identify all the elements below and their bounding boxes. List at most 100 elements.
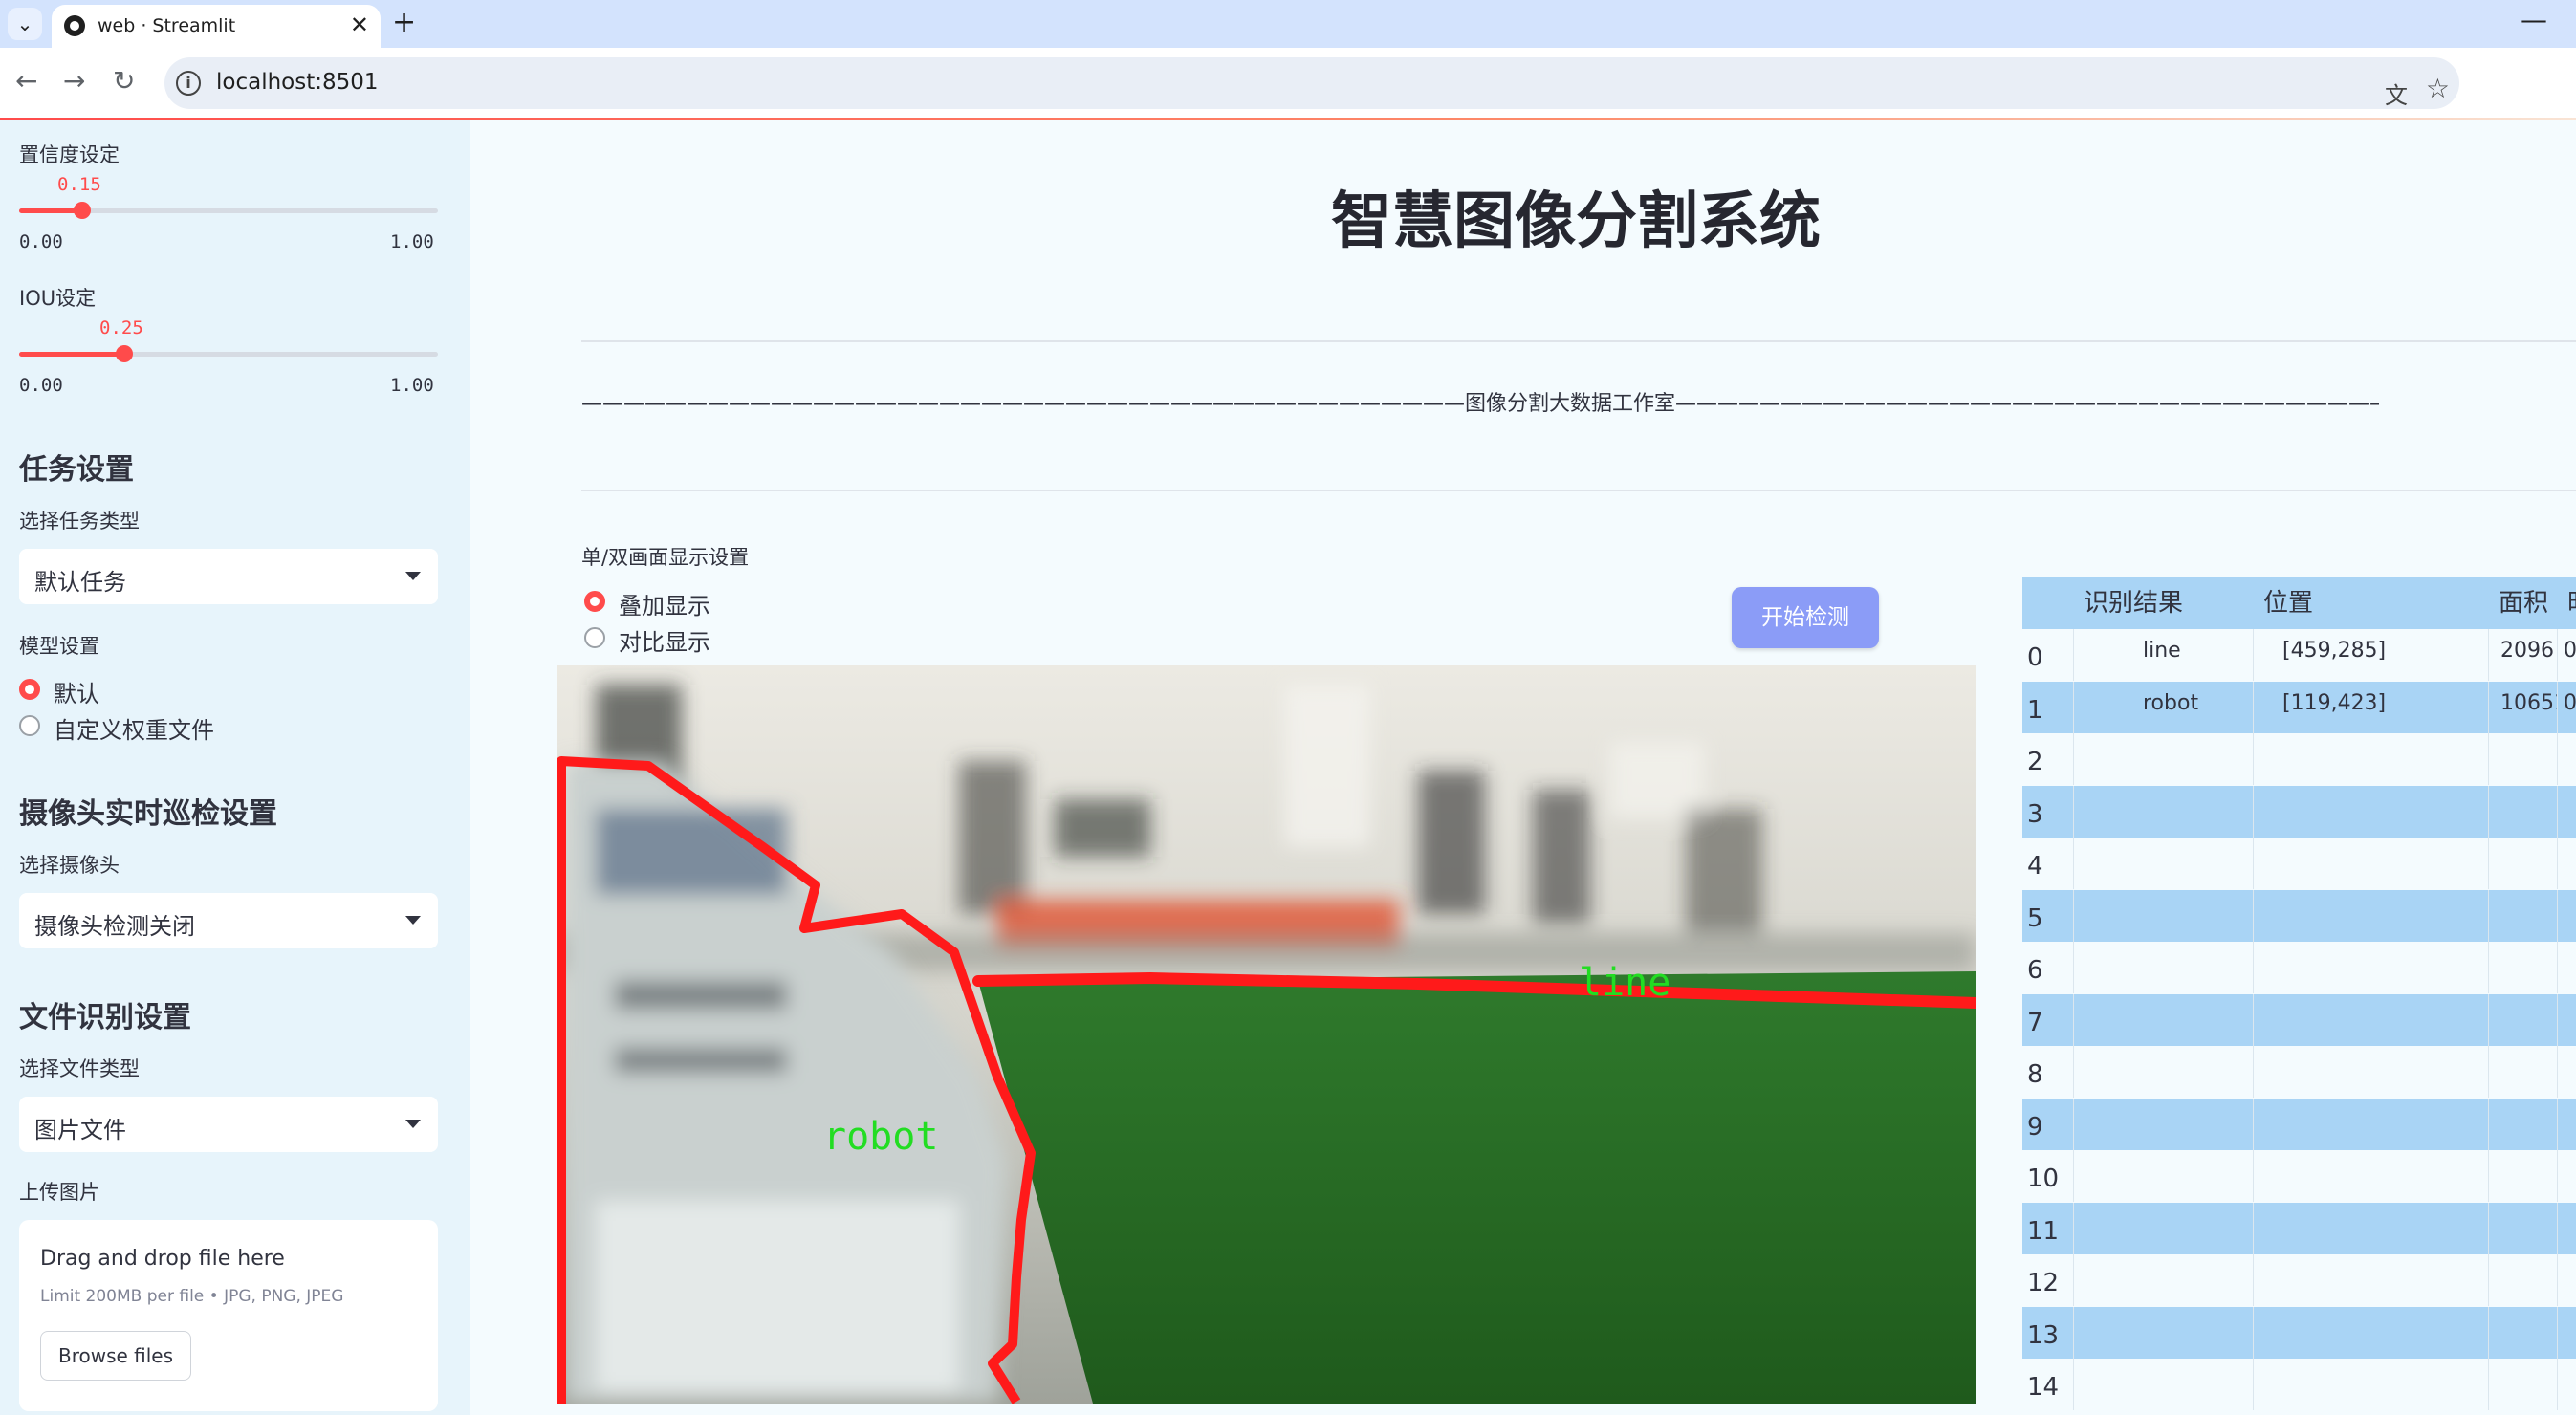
table-row[interactable]: 13 (2022, 1306, 2576, 1359)
table-cell[interactable] (2489, 1359, 2558, 1410)
radio-unselected-icon[interactable] (584, 627, 605, 648)
table-cell[interactable]: robot (2074, 681, 2254, 733)
table-cell[interactable] (2558, 1203, 2576, 1254)
table-cell[interactable] (2489, 1306, 2558, 1359)
table-cell[interactable] (2074, 1150, 2254, 1202)
camera-select[interactable]: 摄像头检测关闭 (19, 893, 438, 948)
table-cell[interactable] (2558, 1046, 2576, 1098)
table-cell[interactable]: 2096 (2489, 629, 2558, 681)
task-type-select[interactable]: 默认任务 (19, 549, 438, 604)
table-cell[interactable] (2558, 994, 2576, 1046)
start-detection-button[interactable]: 开始检测 (1732, 587, 1879, 648)
table-cell[interactable] (2489, 838, 2558, 889)
table-cell[interactable] (2558, 838, 2576, 889)
confidence-slider[interactable] (19, 202, 438, 219)
row-index[interactable]: 9 (2022, 1098, 2074, 1150)
table-cell[interactable] (2074, 1359, 2254, 1410)
table-row[interactable]: 1robot[119,423]1065160.01 (2022, 681, 2576, 733)
table-row[interactable]: 8 (2022, 1046, 2576, 1098)
table-cell[interactable] (2558, 1359, 2576, 1410)
table-cell[interactable] (2074, 889, 2254, 942)
table-row[interactable]: 7 (2022, 993, 2576, 1046)
radio-unselected-icon[interactable] (19, 715, 40, 736)
table-cell[interactable] (2074, 1202, 2254, 1254)
table-cell[interactable] (2558, 1307, 2576, 1359)
table-cell[interactable] (2074, 942, 2254, 993)
table-cell[interactable] (2489, 1150, 2558, 1202)
table-row[interactable]: 3 (2022, 785, 2576, 838)
table-cell[interactable] (2489, 1202, 2558, 1254)
back-arrow-icon[interactable]: ← (15, 65, 37, 97)
table-cell[interactable] (2254, 1150, 2489, 1202)
table-cell[interactable] (2558, 1099, 2576, 1150)
table-cell[interactable] (2074, 993, 2254, 1046)
table-cell[interactable] (2254, 785, 2489, 838)
forward-arrow-icon[interactable]: → (63, 65, 85, 97)
table-row[interactable]: 11 (2022, 1202, 2576, 1254)
url-text[interactable]: localhost:8501 (216, 70, 379, 95)
table-cell[interactable] (2254, 1359, 2489, 1410)
row-index[interactable]: 10 (2022, 1150, 2074, 1202)
table-row[interactable]: 10 (2022, 1150, 2576, 1202)
table-cell[interactable]: [459,285] (2254, 629, 2489, 681)
table-header-position[interactable]: 位置 (2254, 577, 2489, 629)
table-row[interactable]: 5 (2022, 889, 2576, 942)
row-index[interactable]: 6 (2022, 942, 2074, 993)
table-cell[interactable]: 0.05 (2558, 629, 2576, 681)
table-cell[interactable] (2489, 1046, 2558, 1098)
table-cell[interactable] (2489, 942, 2558, 993)
table-cell[interactable] (2074, 1098, 2254, 1150)
radio-selected-icon[interactable] (584, 591, 605, 612)
translate-icon[interactable]: 文 (2385, 76, 2408, 110)
table-row[interactable]: 4 (2022, 838, 2576, 889)
table-header-area[interactable]: 面积 (2489, 577, 2558, 629)
table-cell[interactable]: line (2074, 629, 2254, 681)
table-row[interactable]: 0line[459,285]20960.05 (2022, 629, 2576, 681)
table-cell[interactable] (2254, 733, 2489, 785)
iou-slider-thumb[interactable] (115, 345, 133, 362)
file-dropzone[interactable]: Drag and drop file here Limit 200MB per … (19, 1220, 438, 1411)
results-table[interactable]: 识别结果 位置 面积 时间 0line[459,285]20960.051rob… (2022, 577, 2576, 1415)
table-cell[interactable] (2254, 1254, 2489, 1306)
table-cell[interactable] (2254, 1046, 2489, 1098)
radio-selected-icon[interactable] (19, 679, 40, 700)
confidence-slider-thumb[interactable] (73, 202, 91, 219)
table-cell[interactable] (2074, 1254, 2254, 1306)
table-cell[interactable] (2254, 1202, 2489, 1254)
site-info-icon[interactable]: i (176, 71, 201, 96)
row-index[interactable]: 1 (2022, 681, 2074, 733)
tab-search-chevron-icon[interactable]: ⌄ (8, 8, 42, 40)
table-row[interactable]: 2 (2022, 733, 2576, 785)
browse-files-button[interactable]: Browse files (40, 1331, 191, 1381)
table-cell[interactable] (2489, 1254, 2558, 1306)
table-cell[interactable] (2074, 733, 2254, 785)
table-cell[interactable] (2558, 786, 2576, 838)
table-row[interactable]: 6 (2022, 942, 2576, 993)
table-row[interactable]: 14 (2022, 1359, 2576, 1410)
table-cell[interactable] (2558, 942, 2576, 993)
table-cell[interactable] (2558, 890, 2576, 942)
table-row[interactable]: 12 (2022, 1254, 2576, 1306)
new-tab-icon[interactable]: + (392, 6, 416, 39)
table-cell[interactable] (2254, 838, 2489, 889)
table-row[interactable]: 9 (2022, 1098, 2576, 1150)
table-cell[interactable]: 106516 (2489, 681, 2558, 733)
row-index[interactable]: 5 (2022, 889, 2074, 942)
tab-close-icon[interactable]: ✕ (350, 11, 369, 38)
reload-icon[interactable]: ↻ (113, 65, 135, 97)
table-cell[interactable]: [119,423] (2254, 681, 2489, 733)
table-cell[interactable] (2074, 1306, 2254, 1359)
browser-tab[interactable]: web · Streamlit ✕ (52, 5, 381, 48)
table-cell[interactable] (2558, 1254, 2576, 1306)
table-cell[interactable] (2489, 889, 2558, 942)
row-index[interactable]: 7 (2022, 993, 2074, 1046)
row-index[interactable]: 4 (2022, 838, 2074, 889)
row-index[interactable]: 14 (2022, 1359, 2074, 1410)
table-header-time[interactable]: 时间 (2558, 577, 2576, 629)
table-cell[interactable] (2489, 733, 2558, 785)
table-cell[interactable] (2254, 1098, 2489, 1150)
row-index[interactable]: 12 (2022, 1254, 2074, 1306)
table-cell[interactable] (2489, 785, 2558, 838)
table-cell[interactable] (2558, 1150, 2576, 1202)
table-cell[interactable] (2074, 1046, 2254, 1098)
